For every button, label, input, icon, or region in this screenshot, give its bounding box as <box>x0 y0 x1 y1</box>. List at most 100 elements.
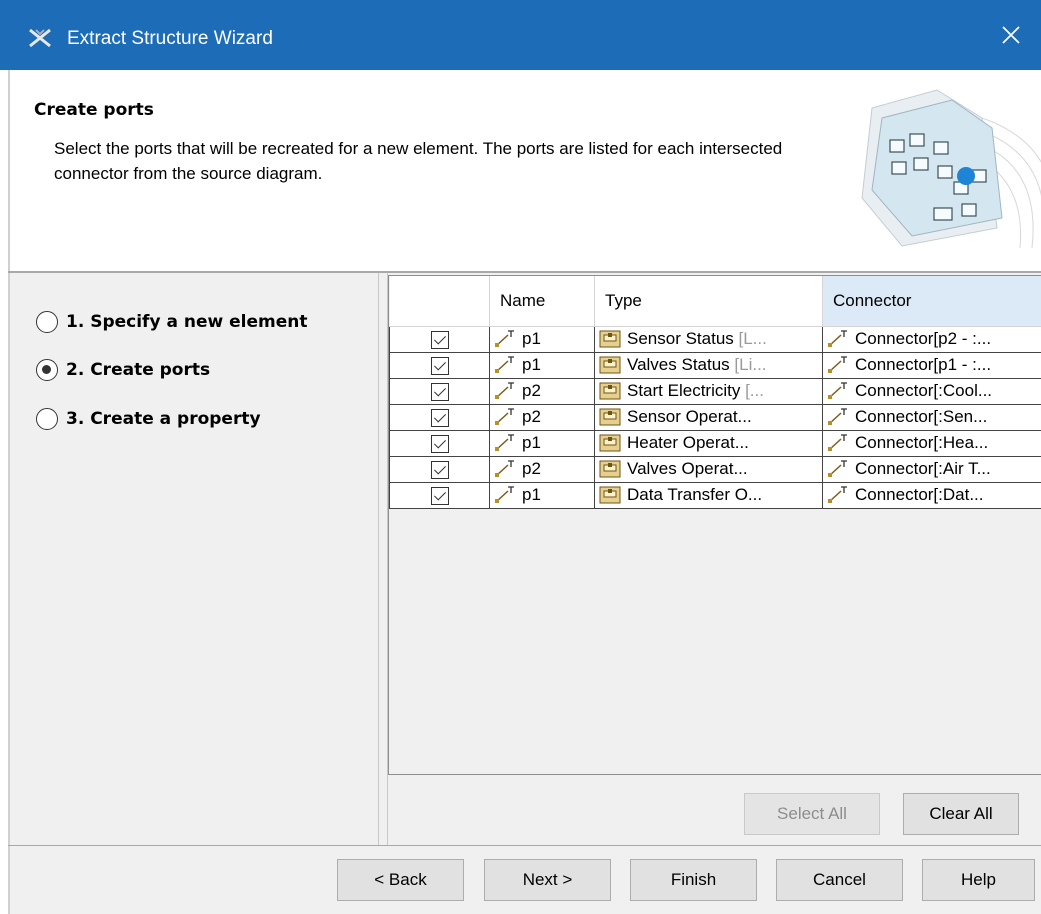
row-checkbox-cell[interactable] <box>389 325 490 353</box>
name-cell[interactable]: p1 <box>489 429 595 457</box>
row-checkbox[interactable] <box>430 408 449 427</box>
table-row[interactable]: p1 Valves Status [Li... Connector[p1 - :..… <box>389 351 1041 379</box>
row-checkbox-cell[interactable] <box>389 377 490 405</box>
wizard-footer: < Back Next > Finish Cancel Help <box>8 846 1041 914</box>
type-cell[interactable]: Valves Operat... <box>594 455 823 483</box>
port-icon <box>495 356 514 373</box>
table-row[interactable]: p1 Sensor Status [L... Connector[p2 - :... <box>389 325 1041 353</box>
connector-cell[interactable]: Connector[:Sen... <box>822 403 1041 431</box>
row-checkbox-cell[interactable] <box>389 481 490 509</box>
type-cell[interactable]: Sensor Status [L... <box>594 325 823 353</box>
type-name: Start Electricity [... <box>627 381 764 400</box>
step-radio[interactable] <box>36 408 58 430</box>
type-name: Sensor Status [L... <box>627 329 767 348</box>
type-cell[interactable]: Sensor Operat... <box>594 403 823 431</box>
panel-splitter[interactable] <box>378 273 388 845</box>
connector-cell[interactable]: Connector[p1 - :... <box>822 351 1041 379</box>
port-name: p1 <box>522 355 541 374</box>
row-checkbox-cell[interactable] <box>389 403 490 431</box>
connector-name: Connector[:Sen... <box>855 407 988 426</box>
row-checkbox[interactable] <box>430 486 449 505</box>
steps-panel: 1. Specify a new element 2. Create ports… <box>10 273 378 845</box>
table-row[interactable]: p2 Sensor Operat... Connector[:Sen... <box>389 403 1041 431</box>
table-row[interactable]: p1 Data Transfer O... Connector[:Dat... <box>389 481 1041 509</box>
step-create-ports[interactable]: 2. Create ports <box>36 359 210 381</box>
step-specify-element[interactable]: 1. Specify a new element <box>36 311 307 333</box>
connector-name: Connector[:Cool... <box>855 381 993 400</box>
step-label: 2. Create ports <box>66 360 211 380</box>
step-create-property[interactable]: 3. Create a property <box>36 408 261 430</box>
port-name: p1 <box>522 433 541 452</box>
table-row[interactable]: p2 Start Electricity [... Connector[:Cool.… <box>389 377 1041 405</box>
port-name: p1 <box>522 485 541 504</box>
connector-icon <box>828 356 847 373</box>
help-button[interactable]: Help <box>922 859 1035 901</box>
name-cell[interactable]: p1 <box>489 481 595 509</box>
connector-name: Connector[:Hea... <box>855 433 989 452</box>
connector-cell[interactable]: Connector[:Cool... <box>822 377 1041 405</box>
connector-cell[interactable]: Connector[:Dat... <box>822 481 1041 509</box>
type-name: Heater Operat... <box>627 433 749 452</box>
wizard-body: 1. Specify a new element 2. Create ports… <box>8 273 1041 845</box>
finish-button[interactable]: Finish <box>630 859 757 901</box>
type-cell[interactable]: Heater Operat... <box>594 429 823 457</box>
column-header-type[interactable]: Type <box>594 276 823 327</box>
name-cell[interactable]: p1 <box>489 325 595 353</box>
close-button[interactable] <box>981 0 1041 70</box>
connector-name: Connector[p2 - :... <box>855 329 992 348</box>
clear-all-button[interactable]: Clear All <box>903 793 1019 835</box>
row-checkbox-cell[interactable] <box>389 351 490 379</box>
next-button[interactable]: Next > <box>484 859 611 901</box>
port-icon <box>495 434 514 451</box>
table-row[interactable]: p2 Valves Operat... Connector[:Air T... <box>389 455 1041 483</box>
row-checkbox[interactable] <box>430 382 449 401</box>
name-cell[interactable]: p2 <box>489 377 595 405</box>
row-checkbox[interactable] <box>430 356 449 375</box>
select-all-button[interactable]: Select All <box>744 793 880 835</box>
row-checkbox[interactable] <box>430 460 449 479</box>
connector-cell[interactable]: Connector[:Air T... <box>822 455 1041 483</box>
table-row[interactable]: p1 Heater Operat... Connector[:Hea... <box>389 429 1041 457</box>
name-cell[interactable]: p1 <box>489 351 595 379</box>
back-button[interactable]: < Back <box>337 859 464 901</box>
close-icon <box>1002 26 1020 44</box>
wizard-graphic-icon <box>861 89 1041 249</box>
type-name: Valves Status [Li... <box>627 355 767 374</box>
block-type-icon <box>599 460 621 478</box>
block-type-icon <box>599 382 621 400</box>
connector-name: Connector[:Air T... <box>855 459 991 478</box>
connector-icon <box>828 382 847 399</box>
connector-cell[interactable]: Connector[p2 - :... <box>822 325 1041 353</box>
type-name: Sensor Operat... <box>627 407 752 426</box>
step-label: 1. Specify a new element <box>66 312 308 332</box>
column-header-name[interactable]: Name <box>489 276 595 327</box>
block-type-icon <box>599 330 621 348</box>
column-header-check[interactable] <box>389 276 490 327</box>
row-checkbox-cell[interactable] <box>389 429 490 457</box>
block-type-icon <box>599 434 621 452</box>
type-cell[interactable]: Start Electricity [... <box>594 377 823 405</box>
port-name: p2 <box>522 459 541 478</box>
port-icon <box>495 486 514 503</box>
cancel-button[interactable]: Cancel <box>776 859 903 901</box>
name-cell[interactable]: p2 <box>489 455 595 483</box>
connector-cell[interactable]: Connector[:Hea... <box>822 429 1041 457</box>
step-label: 3. Create a property <box>66 409 261 429</box>
row-checkbox-cell[interactable] <box>389 455 490 483</box>
type-cell[interactable]: Data Transfer O... <box>594 481 823 509</box>
port-icon <box>495 330 514 347</box>
type-cell[interactable]: Valves Status [Li... <box>594 351 823 379</box>
port-icon <box>495 382 514 399</box>
port-icon <box>495 460 514 477</box>
row-checkbox[interactable] <box>430 330 449 349</box>
step-radio[interactable] <box>36 311 58 333</box>
row-checkbox[interactable] <box>430 434 449 453</box>
wizard-header: Create ports Select the ports that will … <box>8 70 1041 271</box>
column-header-connector[interactable]: Connector <box>822 276 1041 327</box>
type-name: Valves Operat... <box>627 459 748 478</box>
block-type-icon <box>599 408 621 426</box>
step-radio[interactable] <box>36 359 58 381</box>
connector-icon <box>828 460 847 477</box>
name-cell[interactable]: p2 <box>489 403 595 431</box>
ports-table: Name Type Connector p1 Sensor Status [L..… <box>388 275 1041 775</box>
